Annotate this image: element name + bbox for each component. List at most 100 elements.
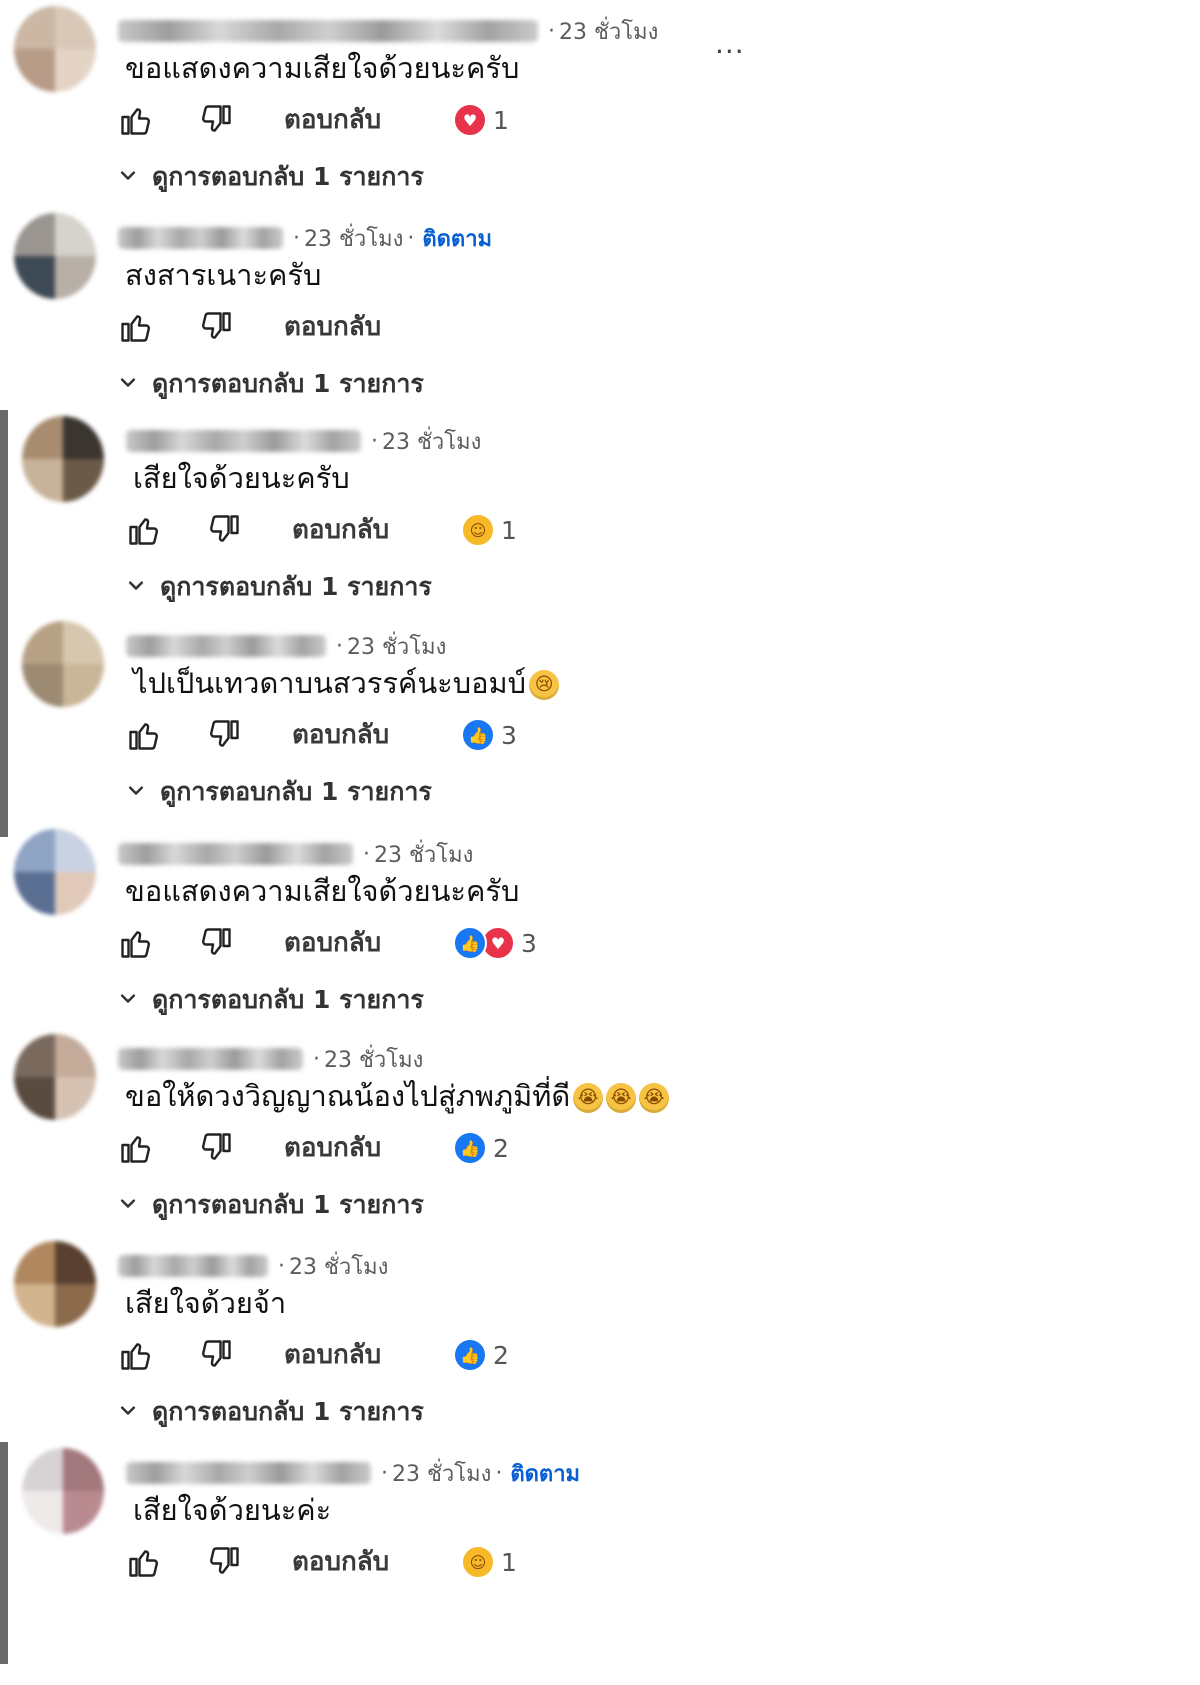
comment-text: ไปเป็นเทวดาบนสวรรค์นะบอมบ์ 😢	[133, 663, 560, 703]
author-name-redacted[interactable]	[118, 843, 353, 865]
reply-button[interactable]: ตอบกลับ	[284, 1130, 381, 1166]
crying-emoji-icon: 😢	[529, 670, 560, 700]
view-replies-label: ดูการตอบกลับ 1 รายการ	[152, 162, 424, 191]
comment-header: · 23 ชั่วโมง · ติดตาม	[118, 221, 492, 255]
view-replies-button[interactable]: ดูการตอบกลับ 1 รายการ	[118, 367, 424, 401]
crying-emoji-icon: 😭	[573, 1083, 604, 1113]
comment-text: สงสารเนาะครับ	[125, 255, 321, 295]
reaction-count: 2	[493, 1340, 509, 1370]
chevron-down-icon	[118, 986, 152, 1015]
more-options-icon[interactable]: ...	[715, 30, 745, 58]
reply-button[interactable]: ตอบกลับ	[284, 925, 381, 961]
comment-actions: ตอบกลับ ♥ 1	[118, 98, 1018, 142]
reply-button[interactable]: ตอบกลับ	[292, 512, 389, 548]
comment-text-content: ขอแสดงความเสียใจด้วยนะครับ	[125, 874, 520, 908]
thumb-up-outline-icon[interactable]	[118, 102, 154, 138]
reaction-summary[interactable]: 👍 3	[461, 717, 517, 753]
avatar[interactable]	[22, 416, 104, 502]
thumb-down-outline-icon[interactable]	[198, 102, 234, 138]
comment-item: · 23 ชั่วโมง ไปเป็นเทวดาบนสวรรค์นะบอมบ์ 😢…	[0, 615, 1200, 837]
avatar[interactable]	[14, 1034, 96, 1120]
reaction-summary[interactable]: 👍 2	[453, 1337, 509, 1373]
thumb-down-outline-icon[interactable]	[198, 309, 234, 345]
comment-text-content: ขอแสดงความเสียใจด้วยนะครับ	[125, 51, 520, 85]
thumb-down-outline-icon[interactable]	[206, 1544, 242, 1580]
author-name-redacted[interactable]	[126, 1462, 371, 1484]
reply-button[interactable]: ตอบกลับ	[292, 1544, 389, 1580]
thumb-up-outline-icon[interactable]	[118, 925, 154, 961]
reaction-summary[interactable]: 👍 2	[453, 1130, 509, 1166]
view-replies-label: ดูการตอบกลับ 1 รายการ	[160, 572, 432, 601]
view-replies-button[interactable]: ดูการตอบกลับ 1 รายการ	[118, 983, 424, 1017]
care-reaction-icon: ☺	[461, 513, 495, 547]
comment-header: · 23 ชั่วโมง	[118, 14, 658, 48]
view-replies-button[interactable]: ดูการตอบกลับ 1 รายการ	[126, 570, 432, 604]
comment-text: เสียใจด้วยนะค่ะ	[133, 1490, 331, 1530]
author-name-redacted[interactable]	[126, 635, 326, 657]
chevron-down-icon	[126, 778, 160, 807]
comment-time: 23 ชั่วโมง	[382, 429, 482, 455]
care-reaction-icon: ☺	[461, 1545, 495, 1579]
author-name-redacted[interactable]	[126, 430, 361, 452]
view-replies-label: ดูการตอบกลับ 1 รายการ	[152, 985, 424, 1014]
comment-item: · 23 ชั่วโมง · ติดตาม เสียใจด้วยนะค่ะ ตอบ…	[0, 1442, 1200, 1664]
reaction-summary[interactable]: ☺ 1	[461, 1544, 517, 1580]
author-name-redacted[interactable]	[118, 20, 538, 42]
reply-button[interactable]: ตอบกลับ	[284, 1337, 381, 1373]
thumb-up-outline-icon[interactable]	[118, 309, 154, 345]
author-name-redacted[interactable]	[118, 227, 283, 249]
view-replies-button[interactable]: ดูการตอบกลับ 1 รายการ	[118, 1395, 424, 1429]
thumb-up-outline-icon[interactable]	[126, 1544, 162, 1580]
reaction-summary[interactable]: 👍 ♥ 3	[453, 925, 537, 961]
thumb-up-outline-icon[interactable]	[126, 717, 162, 753]
like-reaction-icon: 👍	[453, 926, 487, 960]
view-replies-button[interactable]: ดูการตอบกลับ 1 รายการ	[126, 775, 432, 809]
reaction-count: 1	[501, 1547, 517, 1577]
thumb-down-outline-icon[interactable]	[198, 1130, 234, 1166]
comment-time: 23 ชั่วโมง	[392, 1461, 492, 1487]
reaction-count: 3	[501, 720, 517, 750]
follow-button[interactable]: ติดตาม	[510, 1456, 580, 1491]
comment-time: 23 ชั่วโมง	[374, 842, 474, 868]
reply-button[interactable]: ตอบกลับ	[292, 717, 389, 753]
author-name-redacted[interactable]	[118, 1255, 268, 1277]
reaction-summary[interactable]: ☺ 1	[461, 512, 517, 548]
comment-text: ขอให้ดวงวิญญาณน้องไปสู่ภพภูมิที่ดี 😭 😭 😭	[125, 1076, 670, 1116]
view-replies-button[interactable]: ดูการตอบกลับ 1 รายการ	[118, 1188, 424, 1222]
comment-time: 23 ชั่วโมง	[304, 226, 404, 252]
view-replies-button[interactable]: ดูการตอบกลับ 1 รายการ	[118, 160, 424, 194]
comment-item: · 23 ชั่วโมง ... ขอแสดงความเสียใจด้วยนะค…	[0, 0, 1200, 222]
avatar[interactable]	[14, 213, 96, 299]
comment-text: เสียใจด้วยจ้า	[125, 1283, 286, 1323]
comment-header: · 23 ชั่วโมง	[126, 424, 481, 458]
thumb-down-outline-icon[interactable]	[198, 1337, 234, 1373]
comment-text-content: เสียใจด้วยจ้า	[125, 1286, 287, 1320]
thumb-up-outline-icon[interactable]	[118, 1130, 154, 1166]
avatar[interactable]	[14, 829, 96, 915]
thumb-down-outline-icon[interactable]	[206, 512, 242, 548]
avatar[interactable]	[14, 1241, 96, 1327]
comment-item: · 23 ชั่วโมง ขอให้ดวงวิญญาณน้องไปสู่ภพภู…	[0, 1028, 1200, 1250]
thumb-up-outline-icon[interactable]	[118, 1337, 154, 1373]
follow-button[interactable]: ติดตาม	[422, 221, 492, 256]
comment-actions: ตอบกลับ 👍 2	[118, 1333, 1018, 1377]
reaction-count: 3	[521, 928, 537, 958]
crying-emoji-icon: 😭	[606, 1083, 637, 1113]
thumb-down-outline-icon[interactable]	[198, 925, 234, 961]
avatar[interactable]	[22, 1448, 104, 1534]
comment-item: · 23 ชั่วโมง เสียใจด้วยนะครับ ตอบกลับ ☺ 1…	[0, 410, 1200, 632]
thumb-up-outline-icon[interactable]	[126, 512, 162, 548]
author-name-redacted[interactable]	[118, 1048, 303, 1070]
reaction-summary[interactable]: ♥ 1	[453, 102, 509, 138]
reply-button[interactable]: ตอบกลับ	[284, 102, 381, 138]
avatar[interactable]	[22, 621, 104, 707]
comment-text-content: ไปเป็นเทวดาบนสวรรค์นะบอมบ์	[133, 666, 527, 700]
comment-item: · 23 ชั่วโมง · ติดตาม สงสารเนาะครับ ตอบกล…	[0, 207, 1200, 429]
reaction-count: 2	[493, 1133, 509, 1163]
avatar[interactable]	[14, 6, 96, 92]
reaction-count: 1	[493, 105, 509, 135]
thumb-down-outline-icon[interactable]	[206, 717, 242, 753]
reply-button[interactable]: ตอบกลับ	[284, 309, 381, 345]
comment-text: ขอแสดงความเสียใจด้วยนะครับ	[125, 48, 519, 88]
like-reaction-icon: 👍	[453, 1131, 487, 1165]
